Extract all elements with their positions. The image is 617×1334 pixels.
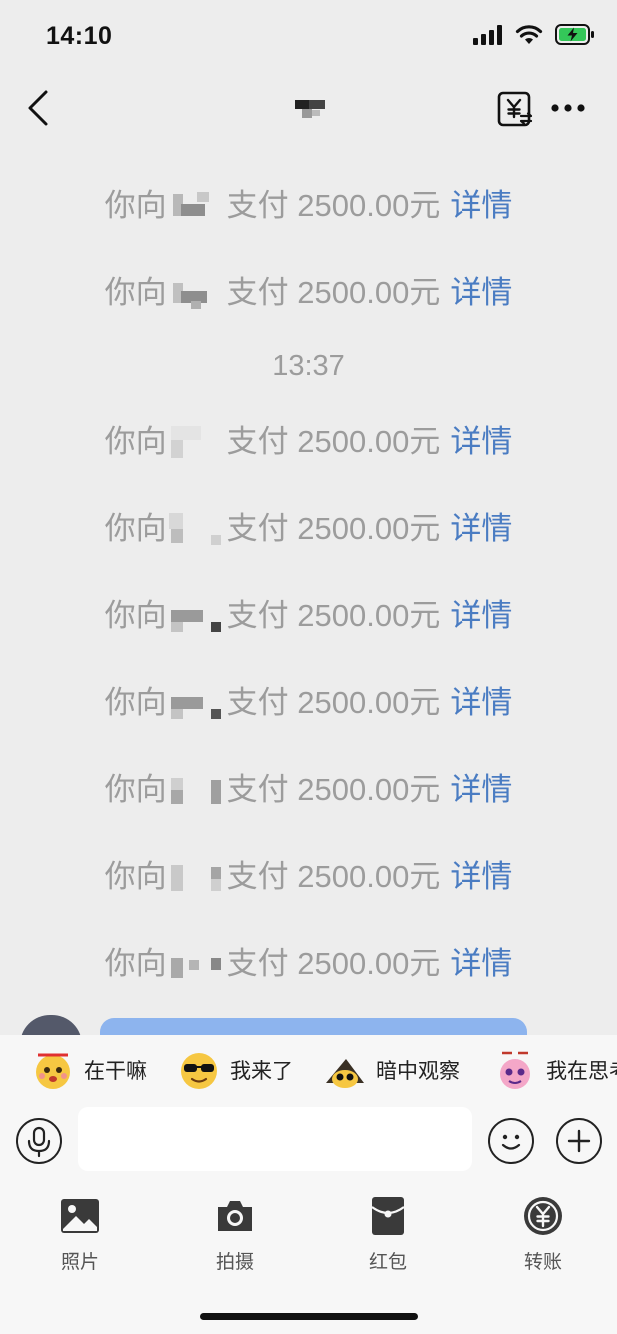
timestamp: 13:37 <box>272 350 345 382</box>
payment-prefix: 你向 <box>104 859 167 894</box>
payment-record: 你向 支付 2500.00元 详情 <box>0 764 617 809</box>
payment-prefix: 你向 <box>104 685 167 720</box>
thinking-face-sticker-icon <box>500 1051 530 1089</box>
details-link[interactable]: 详情 <box>450 511 512 546</box>
photo-icon <box>61 1199 99 1233</box>
status-time: 14:10 <box>46 22 113 50</box>
chat-title <box>290 98 330 122</box>
transfer-label: 转账 <box>523 1252 562 1273</box>
redacted-name-mask <box>167 774 227 804</box>
payment-record: 你向 支付 2500.00元 详情 <box>0 938 617 983</box>
sticker-suggestion[interactable]: 暗中观察 <box>324 1049 460 1091</box>
redacted-name-mask <box>167 190 227 220</box>
payment-amount-text: 支付 2500.00元 <box>226 511 441 546</box>
nav-bar <box>0 70 617 150</box>
payment-record: 你向 支付 2500.00元 详情 <box>0 416 617 461</box>
payment-amount-text: 支付 2500.00元 <box>226 598 441 633</box>
sunglasses-face-sticker-icon <box>181 1053 217 1089</box>
sticker-label: 我来了 <box>230 1060 293 1083</box>
red-packet-label: 红包 <box>368 1252 407 1273</box>
more-actions-button[interactable] <box>556 1118 602 1164</box>
redacted-name-mask <box>167 426 227 458</box>
message-list[interactable]: 你向 支付 2500.00元 详情 你向 支付 2500.00元 详情 13:37 你向… <box>0 150 617 1035</box>
payment-amount-text: 支付 2500.00元 <box>226 772 441 807</box>
payment-amount-text: 支付 2500.00元 <box>226 424 441 459</box>
battery-charging-icon <box>555 24 594 45</box>
emoji-button[interactable] <box>488 1118 534 1164</box>
redacted-name-mask <box>295 100 325 118</box>
red-packet-action[interactable]: 红包 <box>338 1195 438 1274</box>
transfer-action[interactable]: 转账 <box>493 1195 593 1274</box>
photo-action[interactable]: 照片 <box>30 1195 130 1274</box>
payment-record: 你向 支付 2500.00元 详情 <box>0 267 617 312</box>
payment-amount-text: 支付 2500.00元 <box>226 946 441 981</box>
camera-icon <box>218 1201 252 1231</box>
payment-record: 你向 支付 2500.00元 详情 <box>0 851 617 896</box>
payment-amount-text: 支付 2500.00元 <box>226 859 441 894</box>
sticker-suggestion[interactable]: 我来了 <box>178 1049 293 1091</box>
details-link[interactable]: 详情 <box>450 685 512 720</box>
redacted-name-mask <box>167 600 227 632</box>
photo-label: 照片 <box>60 1252 99 1273</box>
home-indicator[interactable] <box>200 1313 418 1320</box>
sticker-label: 在干嘛 <box>84 1060 147 1083</box>
redacted-name-mask <box>167 513 227 545</box>
microphone-icon <box>27 1126 51 1158</box>
payment-prefix: 你向 <box>104 275 167 310</box>
details-link[interactable]: 详情 <box>450 275 512 310</box>
payment-record: 你向 支付 2500.00元 详情 <box>0 180 617 225</box>
details-link[interactable]: 详情 <box>450 188 512 223</box>
payment-prefix: 你向 <box>104 946 167 981</box>
redacted-name-mask <box>167 861 227 891</box>
camera-label: 拍摄 <box>215 1252 254 1273</box>
payment-prefix: 你向 <box>104 772 167 807</box>
wifi-icon <box>515 25 543 44</box>
payment-amount-text: 支付 2500.00元 <box>226 188 441 223</box>
sticker-suggestion[interactable]: 我在思考 <box>494 1049 617 1091</box>
details-link[interactable]: 详情 <box>450 424 512 459</box>
more-icon[interactable] <box>548 98 588 118</box>
redacted-name-mask <box>167 277 227 309</box>
face-sticker-icon <box>36 1053 70 1089</box>
sticker-suggestions: 在干嘛 我来了 暗中观察 我在思 <box>0 1035 617 1107</box>
payment-amount-text: 支付 2500.00元 <box>226 275 441 310</box>
payment-prefix: 你向 <box>104 511 167 546</box>
camera-action[interactable]: 拍摄 <box>185 1195 285 1274</box>
input-panel: 在干嘛 我来了 暗中观察 我在思 照片 拍摄 红包 转账 <box>0 1035 617 1334</box>
payment-record: 你向 支付 2500.00元 详情 <box>0 590 617 635</box>
redacted-name-mask <box>167 687 227 719</box>
payment-prefix: 你向 <box>104 188 167 223</box>
transfer-icon <box>524 1197 562 1235</box>
cellular-signal-icon <box>473 24 502 45</box>
voice-button[interactable] <box>16 1118 62 1164</box>
input-row <box>0 1107 617 1177</box>
red-packet-icon <box>371 1197 405 1235</box>
message-input[interactable] <box>78 1107 472 1171</box>
payment-amount-text: 支付 2500.00元 <box>226 685 441 720</box>
sticker-label: 暗中观察 <box>376 1060 460 1083</box>
payment-prefix: 你向 <box>104 598 167 633</box>
action-bar: 照片 拍摄 红包 转账 <box>0 1195 617 1295</box>
back-arrow-icon[interactable] <box>18 86 58 130</box>
details-link[interactable]: 详情 <box>450 772 512 807</box>
smiley-icon <box>501 1134 521 1150</box>
status-icons <box>473 24 595 45</box>
peeking-face-sticker-icon <box>326 1059 364 1088</box>
redacted-name-mask <box>167 948 227 978</box>
sticker-label: 我在思考 <box>546 1060 617 1083</box>
sticker-suggestion[interactable]: 在干嘛 <box>32 1049 147 1091</box>
details-link[interactable]: 详情 <box>450 598 512 633</box>
plus-icon <box>567 1129 591 1153</box>
payment-record: 你向 支付 2500.00元 详情 <box>0 503 617 548</box>
payment-prefix: 你向 <box>104 424 167 459</box>
transfer-yuan-icon[interactable] <box>496 90 534 128</box>
details-link[interactable]: 详情 <box>450 946 512 981</box>
payment-record: 你向 支付 2500.00元 详情 <box>0 677 617 722</box>
details-link[interactable]: 详情 <box>450 859 512 894</box>
status-bar: 14:10 <box>0 0 617 70</box>
